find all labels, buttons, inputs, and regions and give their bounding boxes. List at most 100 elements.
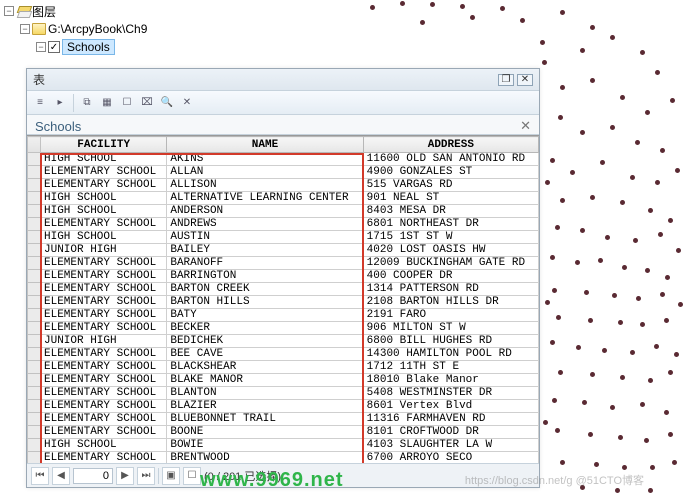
cell[interactable]: 1715 1ST ST W xyxy=(363,231,538,244)
row-header[interactable] xyxy=(28,361,41,374)
map-point[interactable] xyxy=(430,2,435,7)
map-point[interactable] xyxy=(650,465,655,470)
cell[interactable]: 6801 NORTHEAST DR xyxy=(363,218,538,231)
map-point[interactable] xyxy=(678,302,683,307)
cell[interactable]: BARANOFF xyxy=(167,257,363,270)
map-point[interactable] xyxy=(655,180,660,185)
cell[interactable]: 14300 HAMILTON POOL RD xyxy=(363,348,538,361)
map-point[interactable] xyxy=(590,195,595,200)
table-row[interactable]: ELEMENTARY SCHOOLBARRINGTON400 COOPER DR xyxy=(28,270,539,283)
row-header[interactable] xyxy=(28,205,41,218)
cell[interactable]: BLAKE MANOR xyxy=(167,374,363,387)
map-point[interactable] xyxy=(552,398,557,403)
map-point[interactable] xyxy=(612,293,617,298)
cell[interactable]: 4900 GONZALES ST xyxy=(363,166,538,179)
row-header[interactable] xyxy=(28,426,41,439)
cell[interactable]: 901 NEAL ST xyxy=(363,192,538,205)
map-point[interactable] xyxy=(542,60,547,65)
map-point[interactable] xyxy=(610,125,615,130)
cell[interactable]: HIGH SCHOOL xyxy=(41,231,167,244)
map-point[interactable] xyxy=(648,208,653,213)
cell[interactable]: BARTON CREEK xyxy=(167,283,363,296)
map-point[interactable] xyxy=(636,296,641,301)
map-point[interactable] xyxy=(640,50,645,55)
table-row[interactable]: JUNIOR HIGHBAILEY4020 LOST OASIS HW xyxy=(28,244,539,257)
cell[interactable]: BEDICHEK xyxy=(167,335,363,348)
map-point[interactable] xyxy=(655,70,660,75)
map-point[interactable] xyxy=(620,375,625,380)
map-point[interactable] xyxy=(582,400,587,405)
map-point[interactable] xyxy=(420,20,425,25)
map-point[interactable] xyxy=(545,300,550,305)
row-header[interactable] xyxy=(28,400,41,413)
row-header[interactable] xyxy=(28,387,41,400)
map-point[interactable] xyxy=(664,318,669,323)
cell[interactable]: ELEMENTARY SCHOOL xyxy=(41,348,167,361)
map-point[interactable] xyxy=(560,198,565,203)
map-point[interactable] xyxy=(660,148,665,153)
table-row[interactable]: ELEMENTARY SCHOOLBARTON CREEK1314 PATTER… xyxy=(28,283,539,296)
row-header[interactable] xyxy=(28,374,41,387)
cell[interactable]: BARTON HILLS xyxy=(167,296,363,309)
map-point[interactable] xyxy=(640,322,645,327)
map-point[interactable] xyxy=(605,235,610,240)
row-header[interactable] xyxy=(28,270,41,283)
column-header[interactable]: NAME xyxy=(167,137,363,153)
cell[interactable]: ELEMENTARY SCHOOL xyxy=(41,452,167,464)
map-point[interactable] xyxy=(645,268,650,273)
table-options-icon[interactable]: ≡ xyxy=(31,94,49,112)
cell[interactable]: HIGH SCHOOL xyxy=(41,439,167,452)
row-header[interactable] xyxy=(28,439,41,452)
map-point[interactable] xyxy=(400,1,405,6)
table-row[interactable]: ELEMENTARY SCHOOLBLUEBONNET TRAIL11316 F… xyxy=(28,413,539,426)
cell[interactable]: 1712 11TH ST E xyxy=(363,361,538,374)
row-header[interactable] xyxy=(28,413,41,426)
cell[interactable]: HIGH SCHOOL xyxy=(41,205,167,218)
map-point[interactable] xyxy=(590,78,595,83)
map-point[interactable] xyxy=(558,370,563,375)
map-point[interactable] xyxy=(588,432,593,437)
cell[interactable]: ELEMENTARY SCHOOL xyxy=(41,400,167,413)
cell[interactable]: AUSTIN xyxy=(167,231,363,244)
map-point[interactable] xyxy=(675,168,680,173)
table-row[interactable]: ELEMENTARY SCHOOLBECKER906 MILTON ST W xyxy=(28,322,539,335)
cell[interactable]: 11316 FARMHAVEN RD xyxy=(363,413,538,426)
row-header[interactable] xyxy=(28,257,41,270)
map-point[interactable] xyxy=(590,25,595,30)
map-point[interactable] xyxy=(543,420,548,425)
cell[interactable]: 8101 CROFTWOOD DR xyxy=(363,426,538,439)
map-point[interactable] xyxy=(674,352,679,357)
map-point[interactable] xyxy=(610,405,615,410)
row-header[interactable] xyxy=(28,335,41,348)
map-point[interactable] xyxy=(610,35,615,40)
row-header[interactable] xyxy=(28,322,41,335)
cell[interactable]: BOWIE xyxy=(167,439,363,452)
table-row[interactable]: ELEMENTARY SCHOOLBARTON HILLS2108 BARTON… xyxy=(28,296,539,309)
map-point[interactable] xyxy=(500,6,505,11)
cell[interactable]: 12009 BUCKINGHAM GATE RD xyxy=(363,257,538,270)
prev-record-button[interactable]: ◀ xyxy=(52,467,70,485)
cell[interactable]: BECKER xyxy=(167,322,363,335)
cell[interactable]: 2191 FARO xyxy=(363,309,538,322)
cell[interactable]: JUNIOR HIGH xyxy=(41,244,167,257)
map-point[interactable] xyxy=(555,428,560,433)
map-point[interactable] xyxy=(560,85,565,90)
delete-icon[interactable]: ✕ xyxy=(178,94,196,112)
map-point[interactable] xyxy=(540,40,545,45)
table-tab[interactable]: Schools ✕ xyxy=(27,115,539,135)
cell[interactable]: ALLISON xyxy=(167,179,363,192)
map-point[interactable] xyxy=(555,225,560,230)
map-point[interactable] xyxy=(556,315,561,320)
switch-selection-icon[interactable]: ☐ xyxy=(118,94,136,112)
map-point[interactable] xyxy=(602,348,607,353)
map-point[interactable] xyxy=(470,15,475,20)
cell[interactable]: AKINS xyxy=(167,153,363,166)
row-header[interactable] xyxy=(28,192,41,205)
map-point[interactable] xyxy=(545,180,550,185)
show-selected-toggle[interactable]: ☐ xyxy=(183,467,201,485)
map-point[interactable] xyxy=(588,318,593,323)
table-row[interactable]: HIGH SCHOOLALTERNATIVE LEARNING CENTER90… xyxy=(28,192,539,205)
cell[interactable]: ELEMENTARY SCHOOL xyxy=(41,374,167,387)
row-header[interactable] xyxy=(28,452,41,464)
table-row[interactable]: ELEMENTARY SCHOOLBATY2191 FARO xyxy=(28,309,539,322)
